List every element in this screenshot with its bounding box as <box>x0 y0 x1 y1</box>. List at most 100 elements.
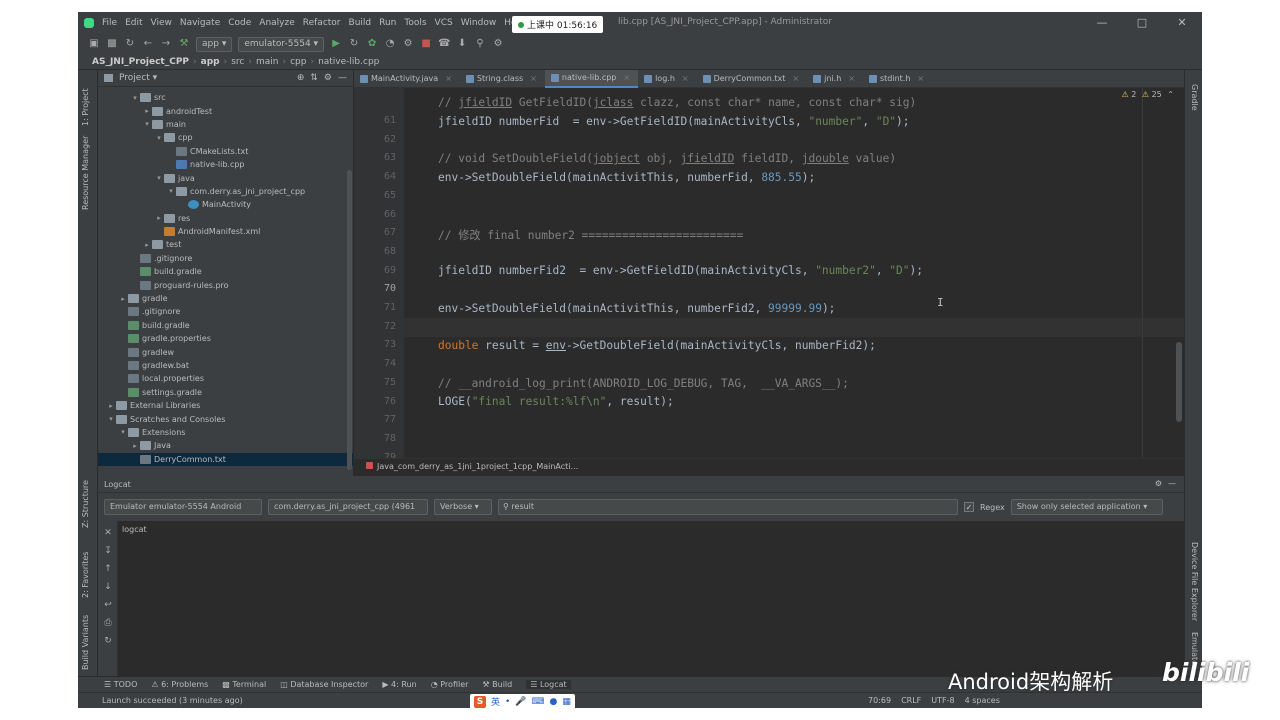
code-line[interactable]: // 修改 final number2 ====================… <box>438 227 743 243</box>
chevron-right-icon[interactable]: ▸ <box>142 241 152 249</box>
breadcrumb-cpp[interactable]: cpp <box>290 57 306 67</box>
chevron-up-icon[interactable]: ⌃ <box>1167 90 1174 99</box>
sync-icon[interactable]: ↻ <box>124 38 136 50</box>
menu-navigate[interactable]: Navigate <box>176 18 224 28</box>
logcat-gear-icon[interactable]: ⚙ <box>1155 479 1162 488</box>
sdk-manager-icon[interactable]: ⬇ <box>456 38 468 50</box>
open-folder-icon[interactable]: ▣ <box>88 38 100 50</box>
status-message[interactable]: Launch succeeded (3 minutes ago) <box>102 696 243 705</box>
menu-file[interactable]: File <box>98 18 121 28</box>
close-tab-icon[interactable]: × <box>848 74 855 83</box>
chevron-down-icon[interactable]: ▾ <box>130 94 140 102</box>
editor-tab[interactable]: jni.h × <box>807 70 863 88</box>
logcat-output[interactable]: logcat <box>118 521 1184 676</box>
close-tab-icon[interactable]: × <box>917 74 924 83</box>
menu-refactor[interactable]: Refactor <box>299 18 345 28</box>
editor-tab[interactable]: stdint.h × <box>863 70 932 88</box>
project-tree-item[interactable]: MainActivity <box>98 198 353 211</box>
project-tree-item[interactable]: ▾ Scratches and Consoles <box>98 412 353 425</box>
code-line[interactable]: env->SetDoubleField(mainActivitThis, num… <box>438 302 835 315</box>
down-arrow-icon[interactable]: ↓ <box>102 581 114 593</box>
breadcrumb-project[interactable]: AS_JNI_Project_CPP <box>92 57 189 67</box>
project-tree-item[interactable]: .gitignore <box>98 252 353 265</box>
code-line[interactable]: jfieldID numberFid2 = env->GetFieldID(ma… <box>438 264 923 277</box>
gear-icon[interactable]: ⚙ <box>324 73 332 83</box>
search-icon[interactable]: ⚲ <box>474 38 486 50</box>
logcat-filter-select[interactable]: Show only selected application ▾ <box>1010 499 1163 515</box>
close-tab-icon[interactable]: × <box>682 74 689 83</box>
profile-icon[interactable]: ◔ <box>384 38 396 50</box>
chevron-right-icon[interactable]: ▸ <box>118 295 128 303</box>
breadcrumb-module[interactable]: app <box>201 57 220 67</box>
device-select[interactable]: emulator-5554 ▾ <box>238 36 325 52</box>
menu-tools[interactable]: Tools <box>400 18 430 28</box>
project-tree-item[interactable]: ▾ java <box>98 171 353 184</box>
editor-function-breadcrumb[interactable]: Java_com_derry_as_1jni_1project_1cpp_Mai… <box>354 458 1184 476</box>
line-separator[interactable]: CRLF <box>901 696 921 705</box>
breadcrumb-file[interactable]: native-lib.cpp <box>318 57 379 67</box>
chevron-down-icon[interactable]: ▾ <box>142 120 152 128</box>
chevron-down-icon[interactable]: ▾ <box>154 174 164 182</box>
tool-run[interactable]: ▶ 4: Run <box>382 680 416 689</box>
save-all-icon[interactable]: ▩ <box>106 38 118 50</box>
vcs-icon[interactable]: ⚙ <box>492 38 504 50</box>
apply-changes-icon[interactable]: ↻ <box>348 38 360 50</box>
project-tree-item[interactable]: ▸ Java <box>98 439 353 452</box>
run-icon[interactable]: ▶ <box>330 38 342 50</box>
close-tab-icon[interactable]: × <box>623 73 630 82</box>
chevron-right-icon[interactable]: ▸ <box>106 402 116 410</box>
menu-analyze[interactable]: Analyze <box>255 18 298 28</box>
up-arrow-icon[interactable]: ↑ <box>102 563 114 575</box>
editor-tab[interactable]: native-lib.cpp × <box>544 69 639 88</box>
menu-view[interactable]: View <box>147 18 176 28</box>
chevron-down-icon[interactable]: ▾ <box>118 428 128 436</box>
project-tree-item[interactable]: gradle.properties <box>98 332 353 345</box>
tree-scrollbar[interactable] <box>347 170 352 470</box>
project-tree-item[interactable]: ▸ res <box>98 212 353 225</box>
avd-manager-icon[interactable]: ☎ <box>438 38 450 50</box>
tool-favorites-label[interactable]: 2: Favorites <box>81 552 90 598</box>
code-line[interactable]: double result = env->GetDoubleField(main… <box>438 339 876 352</box>
logcat-hide-icon[interactable]: — <box>1168 479 1176 488</box>
code-line[interactable]: // jfieldID GetFieldID(jclass clazz, con… <box>438 96 916 109</box>
close-tab-icon[interactable]: × <box>530 74 537 83</box>
file-encoding[interactable]: UTF-8 <box>931 696 954 705</box>
attach-debugger-icon[interactable]: ⚙ <box>402 38 414 50</box>
tool-structure-label[interactable]: Z: Structure <box>81 480 90 528</box>
hide-panel-icon[interactable]: — <box>338 73 347 83</box>
editor-tab[interactable]: DerryCommon.txt × <box>697 70 808 88</box>
project-tree-item[interactable]: ▾ main <box>98 118 353 131</box>
breadcrumb-src[interactable]: src <box>231 57 244 67</box>
project-tree-item[interactable]: CMakeLists.txt <box>98 145 353 158</box>
menu-run[interactable]: Run <box>375 18 400 28</box>
project-tree-item[interactable]: ▾ cpp <box>98 131 353 144</box>
forward-arrow-icon[interactable]: → <box>160 38 172 50</box>
debug-icon[interactable]: ✿ <box>366 38 378 50</box>
project-tree-item[interactable]: gradlew <box>98 345 353 358</box>
editor-tab[interactable]: log.h × <box>638 70 697 88</box>
tool-build-variants-label[interactable]: Build Variants <box>81 615 90 670</box>
chevron-down-icon[interactable]: ▾ <box>154 134 164 142</box>
logcat-level-select[interactable]: Verbose ▾ <box>434 499 492 515</box>
code-line[interactable]: jfieldID numberFid = env->GetFieldID(mai… <box>438 115 910 128</box>
project-tree-item[interactable]: ▸ External Libraries <box>98 399 353 412</box>
chevron-down-icon[interactable]: ▾ <box>166 187 176 195</box>
chevron-right-icon[interactable]: ▸ <box>142 107 152 115</box>
close-tab-icon[interactable]: × <box>792 74 799 83</box>
project-tree-item[interactable]: local.properties <box>98 372 353 385</box>
maximize-icon[interactable]: □ <box>1122 12 1162 34</box>
minimize-icon[interactable]: — <box>1082 12 1122 34</box>
editor-tab[interactable]: MainActivity.java × <box>354 70 460 88</box>
tool-database-inspector[interactable]: ◫ Database Inspector <box>280 680 368 689</box>
code-line[interactable]: // void SetDoubleField(jobject obj, jfie… <box>438 152 896 165</box>
project-tree-item[interactable]: ▾ Extensions <box>98 426 353 439</box>
project-tree-item[interactable]: ▸ test <box>98 238 353 251</box>
stop-icon[interactable]: ■ <box>420 38 432 50</box>
project-view-select[interactable]: Project ▾ <box>119 73 157 83</box>
scroll-to-end-icon[interactable]: ↧ <box>102 545 114 557</box>
menu-vcs[interactable]: VCS <box>431 18 457 28</box>
project-tree-item[interactable]: ▸ gradle <box>98 292 353 305</box>
back-arrow-icon[interactable]: ← <box>142 38 154 50</box>
project-tree-item[interactable]: gradlew.bat <box>98 359 353 372</box>
logcat-search-input[interactable]: ⚲ result <box>498 499 958 515</box>
